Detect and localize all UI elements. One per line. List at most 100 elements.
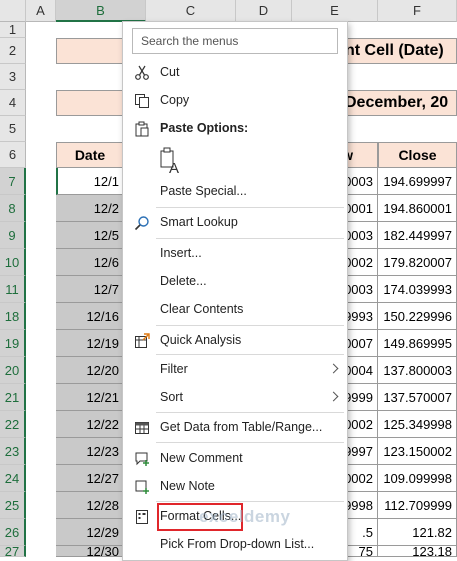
close-cell[interactable]: 149.869995 [378,330,457,357]
menu-item-paste-special[interactable]: Paste Special... [123,178,347,205]
menu-item-clear-contents[interactable]: Clear Contents [123,296,347,323]
row-header[interactable]: 2 [0,38,26,64]
menu-separator [156,238,344,239]
menu-item-quick-analysis-label: Quick Analysis [160,333,242,347]
close-cell[interactable]: 121.82 [378,519,457,546]
menu-item-new-note[interactable]: New Note [123,473,347,500]
format-cells-icon [136,510,148,524]
menu-item-get-data-label: Get Data from Table/Range... [160,420,323,434]
date-cell[interactable]: 12/22 [56,411,124,438]
date-cell[interactable]: 12/6 [56,249,124,276]
menu-item-copy[interactable]: Copy [123,87,347,114]
menu-item-insert[interactable]: Insert... [123,240,347,267]
row-header[interactable]: 11 [0,276,26,303]
column-header-d[interactable]: D [236,0,292,22]
row-header[interactable]: 25 [0,492,26,519]
scissors-icon [135,65,149,80]
close-cell[interactable]: 123.150002 [378,438,457,465]
menu-separator [156,325,344,326]
chevron-right-icon [328,363,339,374]
row-header[interactable]: 26 [0,519,26,546]
column-header-c[interactable]: C [146,0,236,22]
row-header[interactable]: 4 [0,90,26,116]
date-cell[interactable]: 12/16 [56,303,124,330]
column-header-e[interactable]: E [292,0,378,22]
close-cell[interactable]: 179.820007 [378,249,457,276]
row-header[interactable]: 22 [0,411,26,438]
quick-analysis-icon [135,333,150,348]
svg-text:A: A [169,160,179,175]
close-cell[interactable]: 112.709999 [378,492,457,519]
row-header[interactable]: 27 [0,545,26,558]
close-cell[interactable]: 109.099998 [378,465,457,492]
row-header[interactable]: 18 [0,303,26,330]
menu-item-sort-label: Sort [160,390,183,404]
menu-item-get-data[interactable]: Get Data from Table/Range... [123,414,347,441]
column-header-b[interactable]: B [56,0,146,22]
menu-item-pick-list[interactable]: Pick From Drop-down List... [123,531,347,558]
new-note-icon [135,480,149,494]
menu-item-quick-analysis[interactable]: Quick Analysis [123,327,347,354]
column-header-a[interactable]: A [26,0,56,22]
date-cell[interactable]: 12/23 [56,438,124,465]
row-header[interactable]: 24 [0,465,26,492]
date-cell[interactable]: 12/19 [56,330,124,357]
menu-paste-options-heading: Paste Options: [123,115,347,142]
row-header[interactable]: 19 [0,330,26,357]
date-cell[interactable]: 12/20 [56,357,124,384]
date-cell[interactable]: 12/29 [56,519,124,546]
menu-item-delete-label: Delete... [160,274,207,288]
menu-item-new-note-label: New Note [160,479,215,493]
date-cell[interactable]: 12/2 [56,195,124,222]
row-header[interactable]: 20 [0,357,26,384]
menu-separator [156,501,344,502]
menu-item-cut[interactable]: Cut [123,59,347,86]
menu-item-filter[interactable]: Filter [123,356,347,383]
row-header[interactable]: 21 [0,384,26,411]
menu-separator [156,207,344,208]
row-header[interactable]: 9 [0,222,26,249]
close-cell[interactable]: 137.570007 [378,384,457,411]
close-cell[interactable]: 182.449997 [378,222,457,249]
close-cell[interactable]: 125.349998 [378,411,457,438]
menu-item-filter-label: Filter [160,362,188,376]
menu-item-new-comment-label: New Comment [160,451,243,465]
table-icon [135,422,149,434]
menu-item-pick-list-label: Pick From Drop-down List... [160,537,315,551]
close-cell[interactable]: 194.699997 [378,168,457,195]
date-cell[interactable]: 12/5 [56,222,124,249]
close-cell[interactable]: 150.229996 [378,303,457,330]
chevron-right-icon [328,391,339,402]
date-cell[interactable]: 12/21 [56,384,124,411]
paste-values-button[interactable]: A [160,147,182,177]
close-cell[interactable]: 123.18 [378,545,457,558]
menu-item-cut-label: Cut [160,65,180,79]
date-cell[interactable]: 12/27 [56,465,124,492]
column-header-f[interactable]: F [378,0,457,22]
search-icon [134,216,149,231]
menu-item-new-comment[interactable]: New Comment [123,445,347,472]
row-header[interactable]: 7 [0,168,26,195]
row-header[interactable]: 6 [0,142,26,168]
menu-search-input[interactable]: Search the menus [132,28,338,54]
close-cell[interactable]: 137.800003 [378,357,457,384]
close-cell[interactable]: 194.860001 [378,195,457,222]
row-header[interactable]: 8 [0,195,26,222]
menu-item-sort[interactable]: Sort [123,384,347,411]
date-cell[interactable]: 12/30 [56,545,124,558]
menu-paste-options-label: Paste Options: [160,121,249,135]
date-cell[interactable]: 12/1 [56,168,124,195]
row-header[interactable]: 1 [0,22,26,38]
row-header[interactable]: 23 [0,438,26,465]
context-menu: Search the menus Cut Copy Paste Options:… [122,21,348,561]
row-header[interactable]: 5 [0,116,26,142]
row-header[interactable]: 3 [0,64,26,90]
watermark: exceldemy [199,507,291,526]
menu-item-delete[interactable]: Delete... [123,268,347,295]
date-cell[interactable]: 12/28 [56,492,124,519]
close-cell[interactable]: 174.039993 [378,276,457,303]
date-cell[interactable]: 12/7 [56,276,124,303]
row-header[interactable]: 10 [0,249,26,276]
select-all-corner[interactable] [0,0,26,22]
menu-item-smart-lookup[interactable]: Smart Lookup [123,209,347,236]
